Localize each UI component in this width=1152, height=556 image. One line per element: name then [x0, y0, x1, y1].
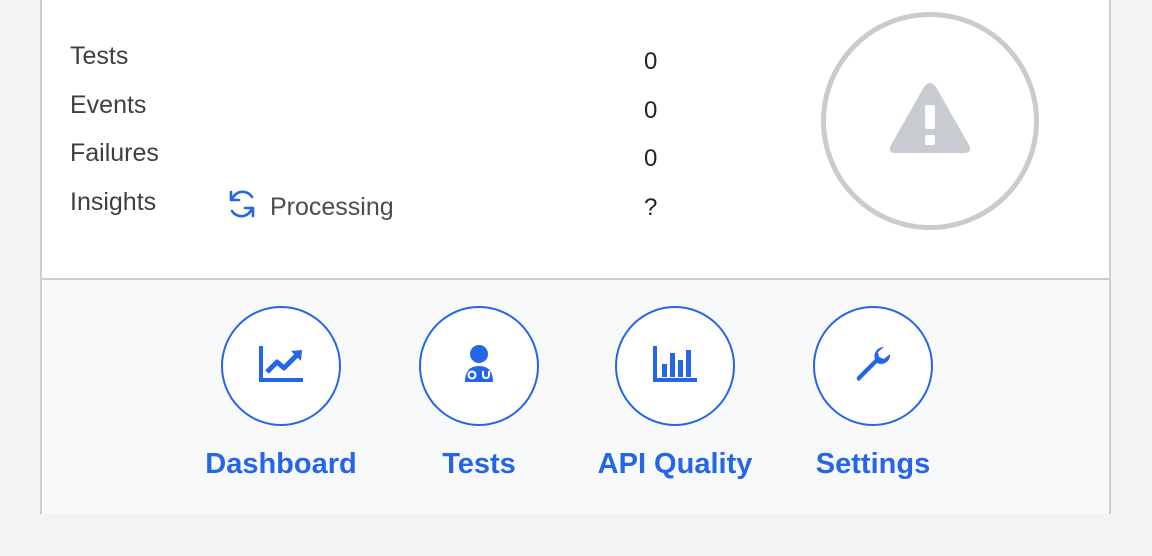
nav-dashboard-circle[interactable]: [221, 306, 341, 426]
stat-value-events: 0: [644, 97, 658, 124]
nav-api-quality-button[interactable]: API Quality: [598, 306, 752, 481]
stat-label-tests: Tests: [70, 42, 129, 70]
status-indicator: [821, 12, 1039, 230]
stat-value-insights: ?: [644, 194, 658, 221]
user-doctor-icon: [462, 344, 496, 389]
nav-api-quality-label[interactable]: API Quality: [598, 448, 753, 481]
nav-bar: Dashboard Tests API Quality Settings: [42, 280, 1109, 514]
stat-label-failures: Failures: [70, 139, 159, 167]
nav-dashboard-label[interactable]: Dashboard: [205, 448, 356, 481]
processing-label: Processing: [270, 193, 394, 221]
refresh-icon: [224, 186, 260, 229]
nav-tests-button[interactable]: Tests: [414, 306, 544, 481]
nav-dashboard-button[interactable]: Dashboard: [205, 306, 357, 481]
warning-triangle-icon: [888, 81, 972, 162]
nav-tests-label[interactable]: Tests: [442, 448, 516, 481]
stat-label-events: Events: [70, 91, 147, 119]
nav-settings-label[interactable]: Settings: [816, 448, 930, 481]
nav-settings-button[interactable]: Settings: [808, 306, 938, 481]
nav-settings-circle[interactable]: [813, 306, 933, 426]
stat-value-tests: 0: [644, 48, 658, 75]
bar-chart-icon: [651, 344, 699, 389]
insights-processing-status: Processing: [224, 186, 394, 229]
wrench-icon: [853, 344, 893, 389]
chart-line-icon: [257, 344, 305, 389]
nav-api-quality-circle[interactable]: [615, 306, 735, 426]
nav-tests-circle[interactable]: [419, 306, 539, 426]
stat-label-insights: Insights: [70, 188, 157, 216]
stats-panel: Tests 0 Events 0 Failures 0 Insights Pro…: [42, 0, 1109, 280]
summary-card: Tests 0 Events 0 Failures 0 Insights Pro…: [40, 0, 1111, 514]
stat-value-failures: 0: [644, 145, 658, 172]
